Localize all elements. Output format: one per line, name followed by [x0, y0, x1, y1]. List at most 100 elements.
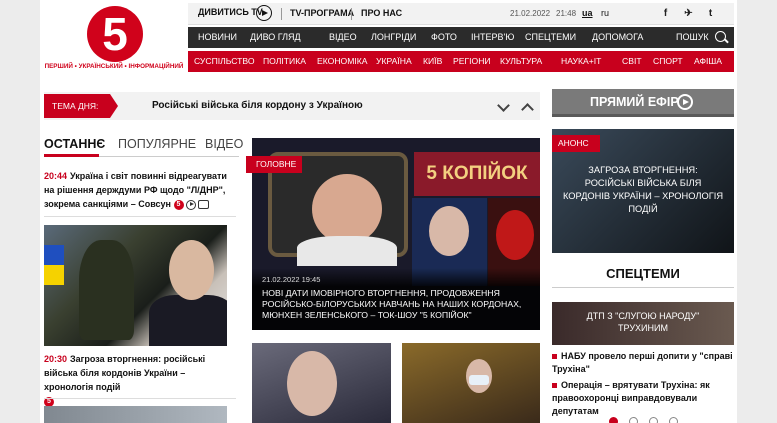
channel-5-logo[interactable]: 5 ПЕРШИЙ • УКРАЇНСЬКИЙ • ІНФОРМАЦІЙНИЙ: [40, 0, 188, 84]
live-stream-button[interactable]: ПРЯМИЙ ЕФІР: [552, 89, 734, 117]
main-story-title[interactable]: НОВІ ДАТИ ІМОВІРНОГО ВТОРГНЕННЯ, ПРОДОВЖ…: [262, 288, 534, 321]
list-item[interactable]: НАБУ провело перші допити у "справі Трух…: [552, 350, 737, 376]
announcement-label: АНОНС: [552, 135, 600, 152]
search-icon[interactable]: [715, 31, 726, 42]
nav-item-photo[interactable]: ФОТО: [431, 32, 457, 42]
story-date: 21.02.2022 19:45: [262, 275, 321, 284]
facebook-icon[interactable]: f: [659, 7, 672, 20]
play-icon: [677, 94, 693, 110]
category-kyiv[interactable]: КИЇВ: [423, 56, 442, 66]
live-stream-label: ПРЯМИЙ ЕФІР: [590, 95, 679, 109]
nav-item-special[interactable]: СПЕЦТЕМИ: [525, 32, 576, 42]
active-tab-indicator: [44, 154, 99, 157]
divider: [44, 216, 236, 217]
current-date: 21.02.2022: [510, 9, 551, 18]
chevron-down-icon[interactable]: [497, 99, 510, 112]
category-society[interactable]: СУСПІЛЬСТВО: [194, 56, 255, 66]
topic-of-day-label: ТЕМА ДНЯ:: [44, 94, 118, 118]
bullet: [552, 383, 557, 389]
topic-of-day-bar: ТЕМА ДНЯ: Російські війська біля кордону…: [44, 92, 540, 120]
topic-of-day-link[interactable]: Російські війська біля кордону з Україно…: [152, 100, 363, 111]
tv-program-link[interactable]: TV-ПРОГРАМА: [290, 8, 354, 18]
main-story-label: ГОЛОВНЕ: [246, 156, 302, 173]
logo-mark: 5: [87, 6, 143, 62]
chevron-up-icon[interactable]: [521, 103, 534, 116]
nav-item-help[interactable]: ДОПОМОГА: [592, 32, 643, 42]
nav-item-video[interactable]: ВІДЕО: [329, 32, 357, 42]
carousel-dot[interactable]: [669, 417, 678, 423]
host-shirt: [297, 236, 397, 266]
category-ukraine[interactable]: УКРАЇНА: [376, 56, 412, 66]
news-image[interactable]: [44, 225, 227, 346]
special-item-title[interactable]: Операція – врятувати Трухіна: як правоох…: [552, 380, 710, 416]
watch-tv-link[interactable]: ДИВИТИСЬ TV: [198, 7, 263, 17]
list-item[interactable]: Операція – врятувати Трухіна: як правоох…: [552, 379, 737, 418]
play-icon[interactable]: [256, 5, 272, 21]
announcement-card[interactable]: АНОНС ЗАГРОЗА ВТОРГНЕННЯ: РОСІЙСЬКІ ВІЙС…: [552, 129, 734, 253]
category-politics[interactable]: ПОЛІТИКА: [263, 56, 306, 66]
person-figure: [149, 295, 227, 346]
nav-item-interview[interactable]: ІНТЕРВ'Ю: [471, 32, 514, 42]
divider: [281, 8, 282, 20]
search-link[interactable]: ПОШУК: [676, 32, 709, 42]
current-time: 21:48: [556, 9, 577, 18]
divider: [351, 8, 352, 20]
carousel-dot[interactable]: [629, 417, 638, 423]
video-icon: [185, 199, 196, 210]
page: 5 ПЕРШИЙ • УКРАЇНСЬКИЙ • ІНФОРМАЦІЙНИЙ Д…: [0, 0, 777, 423]
nav-item-longreads[interactable]: ЛОНГРІДИ: [371, 32, 416, 42]
category-regions[interactable]: РЕГІОНИ: [453, 56, 491, 66]
nav-item-dyvohlyad[interactable]: ДИВО ГЛЯД: [250, 32, 301, 42]
news-title[interactable]: Загроза вторгнення: російські війська бі…: [44, 354, 205, 392]
special-topic-banner[interactable]: ДТП З "СЛУГОЮ НАРОДУ" ТРУХИНИМ: [552, 302, 734, 345]
top-bar: ДИВИТИСЬ TV TV-ПРОГРАМА ПРО НАС 21.02.20…: [188, 3, 734, 25]
face-mask: [469, 375, 489, 385]
soldier-figure: [79, 240, 134, 340]
news-time: 20:44: [44, 171, 68, 181]
host-face: [312, 174, 382, 244]
telegram-icon[interactable]: ✈: [682, 7, 695, 20]
category-sport[interactable]: СПОРТ: [653, 56, 683, 66]
channel-5-icon: 5: [173, 199, 184, 210]
category-science-it[interactable]: НАУКА+IT: [561, 56, 601, 66]
special-topics-header: СПЕЦТЕМИ: [552, 262, 734, 288]
carousel-dot[interactable]: [609, 417, 618, 423]
person-face: [287, 351, 337, 416]
lang-ua-link[interactable]: ua: [582, 8, 593, 18]
category-economy[interactable]: ЕКОНОМІКА: [317, 56, 368, 66]
list-item[interactable]: 20:30 Загроза вторгнення: російські війсь…: [44, 352, 236, 408]
bullet: [552, 354, 557, 360]
tab-video[interactable]: ВІДЕО: [205, 137, 243, 151]
person-face: [169, 240, 214, 300]
special-topic-title[interactable]: ДТП З "СЛУГОЮ НАРОДУ" ТРУХИНИМ: [564, 310, 722, 334]
news-image[interactable]: [402, 343, 540, 423]
twitter-icon[interactable]: t: [704, 7, 717, 20]
news-tabs: ОСТАННЄ ПОПУЛЯРНЕ ВІДЕО: [44, 133, 243, 157]
category-afisha[interactable]: АФІША: [694, 56, 722, 66]
news-image[interactable]: [252, 343, 391, 423]
tab-popular[interactable]: ПОПУЛЯРНЕ: [118, 137, 196, 151]
nav-item-news[interactable]: НОВИНИ: [198, 32, 237, 42]
carousel-dot[interactable]: [649, 417, 658, 423]
category-nav: СУСПІЛЬСТВО ПОЛІТИКА ЕКОНОМІКА УКРАЇНА К…: [188, 51, 734, 72]
announcement-title[interactable]: ЗАГРОЗА ВТОРГНЕННЯ: РОСІЙСЬКІ ВІЙСЬКА БІ…: [562, 164, 724, 216]
ukraine-flag: [44, 245, 64, 285]
tab-latest[interactable]: ОСТАННЄ: [44, 137, 105, 151]
show-title-sign: 5 КОПІЙОК: [414, 152, 540, 196]
category-culture[interactable]: КУЛЬТУРА: [500, 56, 542, 66]
main-nav: НОВИНИ ДИВО ГЛЯД ВІДЕО ЛОНГРІДИ ФОТО ІНТ…: [188, 27, 734, 48]
special-topics-title: СПЕЦТЕМИ: [606, 266, 680, 281]
list-item[interactable]: 20:44 Україна і світ повинні відреагувати…: [44, 169, 236, 211]
logo-tagline: ПЕРШИЙ • УКРАЇНСЬКИЙ • ІНФОРМАЦІЙНИЙ: [44, 63, 184, 70]
lang-ru-link[interactable]: ru: [601, 8, 609, 18]
news-time: 20:30: [44, 354, 68, 364]
news-image[interactable]: [44, 406, 227, 423]
mask-face: [496, 210, 534, 260]
site-wrapper: 5 ПЕРШИЙ • УКРАЇНСЬКИЙ • ІНФОРМАЦІЙНИЙ Д…: [40, 0, 737, 423]
camera-icon: [197, 200, 209, 210]
divider: [44, 398, 236, 399]
person-face: [429, 206, 469, 256]
about-link[interactable]: ПРО НАС: [361, 8, 402, 18]
special-item-title[interactable]: НАБУ провело перші допити у "справі Трух…: [552, 351, 733, 374]
category-world[interactable]: СВІТ: [622, 56, 642, 66]
